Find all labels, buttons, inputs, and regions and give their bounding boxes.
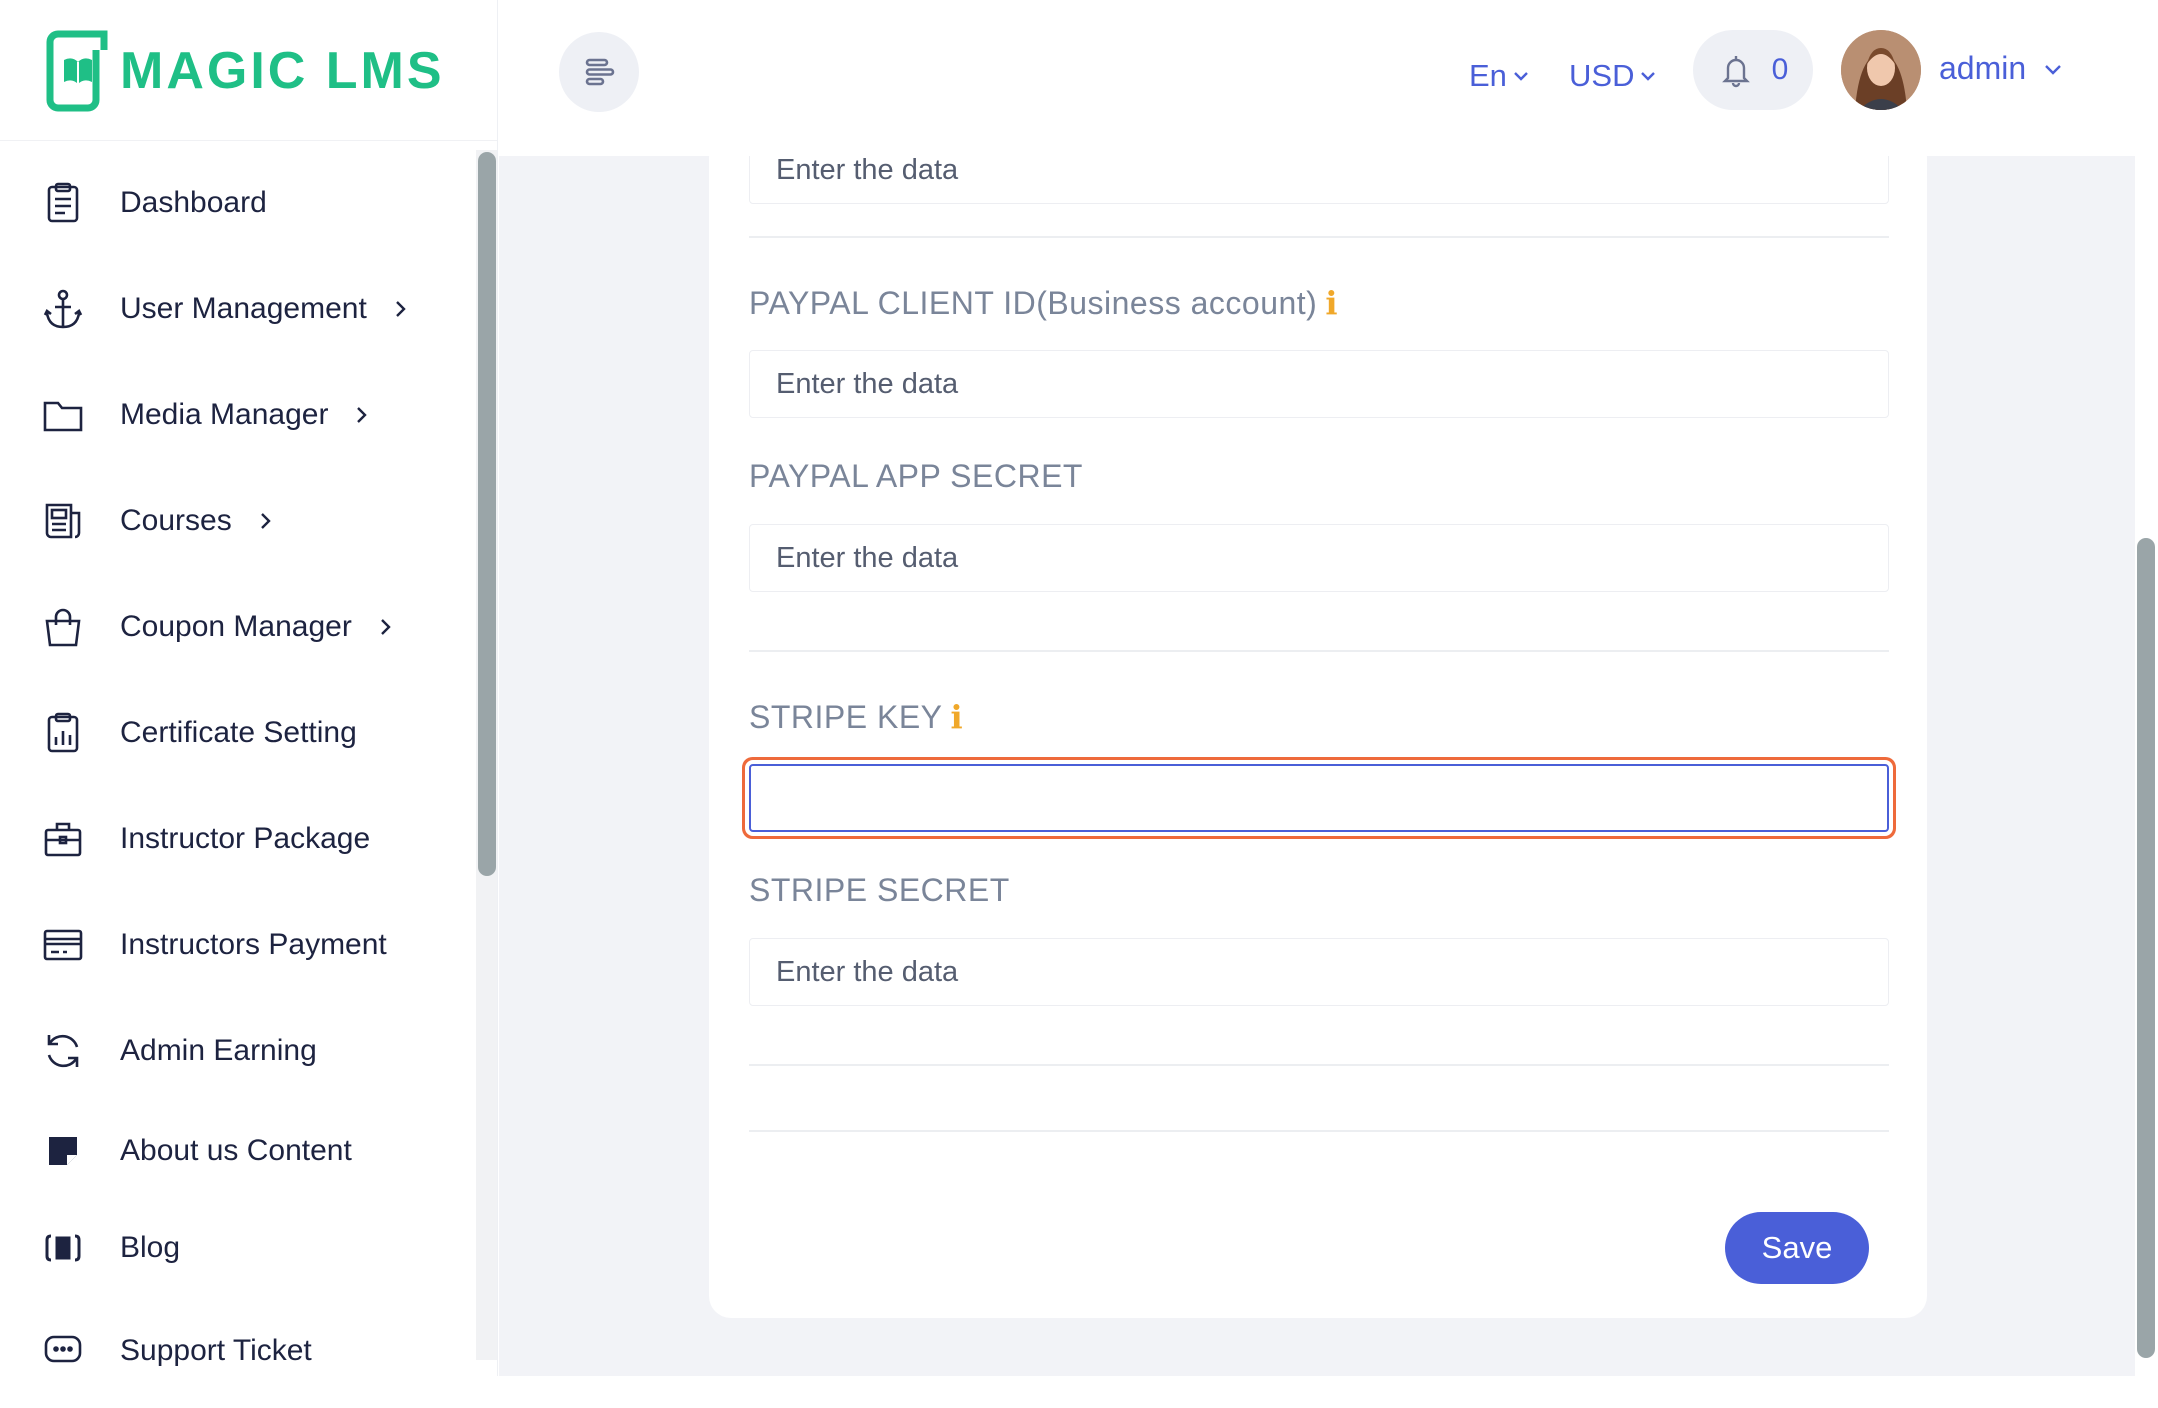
stripe-key-input[interactable]: [749, 764, 1889, 832]
sidebar-item-label: Blog: [120, 1231, 181, 1264]
stripe-secret-label: STRIPE SECRET: [749, 872, 1010, 909]
user-menu[interactable]: admin: [1939, 50, 2064, 87]
chevron-right-icon: [254, 510, 276, 532]
sidebar-item-label: Instructors Payment: [120, 928, 387, 961]
top-header: En USD 0 admin: [499, 0, 2158, 156]
section-divider: [749, 1064, 1889, 1066]
bell-icon: [1721, 56, 1750, 88]
sidebar-item-label: User Management: [120, 292, 367, 325]
sidebar-item-label: Media Manager: [120, 398, 329, 431]
field-label-text: STRIPE SECRET: [749, 872, 1010, 908]
paypal-app-secret-label: PAYPAL APP SECRET: [749, 458, 1083, 495]
sidebar-item-admin-earning[interactable]: Admin Earning: [0, 998, 470, 1104]
field-label-text: STRIPE KEY: [749, 698, 943, 735]
language-select[interactable]: En: [1469, 58, 1531, 94]
sidebar-item-instructor-package[interactable]: Instructor Package: [0, 786, 470, 892]
sidebar-item-label: Courses: [120, 504, 232, 537]
blog-icon: [40, 1225, 86, 1271]
info-icon[interactable]: i: [1325, 284, 1338, 322]
paypal-app-secret-input[interactable]: [749, 524, 1889, 592]
logo-divider: [0, 140, 497, 141]
sidebar-item-label: Support Ticket: [120, 1334, 312, 1367]
sidebar: MAGIC LMS Dashboard User Management Medi…: [0, 0, 498, 1408]
sidebar-scrollbar-thumb[interactable]: [478, 152, 496, 876]
sidebar-item-user-management[interactable]: User Management: [0, 256, 470, 362]
notifications-button[interactable]: 0: [1693, 30, 1813, 110]
page-scrollbar-thumb[interactable]: [2137, 538, 2155, 1358]
footer-strip: [0, 1376, 2158, 1408]
user-name: admin: [1939, 50, 2027, 86]
briefcase-icon: [40, 816, 86, 862]
section-divider: [749, 1130, 1889, 1132]
stripe-key-label: STRIPE KEY i: [749, 698, 963, 736]
chevron-right-icon: [350, 404, 372, 426]
field-label-text: PAYPAL APP SECRET: [749, 458, 1083, 494]
currency-value: USD: [1569, 58, 1635, 93]
clipboard-list-icon: [40, 180, 86, 226]
info-icon[interactable]: i: [951, 698, 964, 736]
menu-lines-icon: [585, 58, 615, 86]
clipboard-chart-icon: [40, 710, 86, 756]
brand-name: MAGIC LMS: [120, 42, 445, 100]
newspaper-icon: [40, 498, 86, 544]
save-button[interactable]: Save: [1725, 1212, 1869, 1284]
shopping-bag-icon: [40, 604, 86, 650]
sidebar-item-label: About us Content: [120, 1134, 352, 1167]
brand-logo[interactable]: MAGIC LMS: [46, 28, 445, 114]
sidebar-item-blog[interactable]: Blog: [0, 1198, 470, 1298]
menu-toggle-button[interactable]: [559, 32, 639, 112]
credit-card-icon: [40, 922, 86, 968]
notification-count: 0: [1771, 53, 1789, 86]
sidebar-item-label: Admin Earning: [120, 1034, 317, 1067]
folder-icon: [40, 392, 86, 438]
chevron-down-icon: [1641, 72, 1656, 81]
sidebar-item-certificate-setting[interactable]: Certificate Setting: [0, 680, 470, 786]
sidebar-item-label: Dashboard: [120, 186, 267, 219]
sidebar-item-instructors-payment[interactable]: Instructors Payment: [0, 892, 470, 998]
paypal-client-id-input[interactable]: [749, 350, 1889, 418]
currency-select[interactable]: USD: [1569, 58, 1658, 94]
field-label-text: PAYPAL CLIENT ID(Business account): [749, 284, 1318, 321]
sidebar-item-about-us-content[interactable]: About us Content: [0, 1104, 470, 1198]
refresh-icon: [40, 1028, 86, 1074]
chevron-down-icon: [2045, 64, 2062, 75]
chevron-down-icon: [1514, 72, 1528, 81]
section-divider: [749, 650, 1889, 652]
stripe-secret-input[interactable]: [749, 938, 1889, 1006]
paypal-client-id-label: PAYPAL CLIENT ID(Business account) i: [749, 284, 1338, 322]
sidebar-item-label: Instructor Package: [120, 822, 371, 855]
previous-field-input[interactable]: [749, 156, 1889, 204]
logo-mark-icon: [46, 30, 108, 112]
sidebar-item-media-manager[interactable]: Media Manager: [0, 362, 470, 468]
sidebar-item-label: Coupon Manager: [120, 610, 352, 643]
anchor-icon: [40, 286, 86, 332]
sidebar-item-coupon-manager[interactable]: Coupon Manager: [0, 574, 470, 680]
payment-settings-card: PAYPAL CLIENT ID(Business account) i PAY…: [709, 156, 1927, 1318]
avatar-portrait-icon: [1841, 30, 1921, 110]
sidebar-nav: Dashboard User Management Media Manager …: [0, 150, 470, 1404]
language-value: En: [1469, 58, 1507, 93]
main-content: PAYPAL CLIENT ID(Business account) i PAY…: [499, 156, 2135, 1376]
sidebar-item-courses[interactable]: Courses: [0, 468, 470, 574]
chevron-right-icon: [389, 298, 411, 320]
sidebar-item-dashboard[interactable]: Dashboard: [0, 150, 470, 256]
user-avatar[interactable]: [1841, 30, 1921, 110]
sidebar-item-label: Certificate Setting: [120, 716, 357, 749]
sticky-note-icon: [40, 1128, 86, 1174]
section-divider: [749, 236, 1889, 238]
chevron-right-icon: [374, 616, 396, 638]
chat-bubble-icon: [40, 1328, 86, 1374]
